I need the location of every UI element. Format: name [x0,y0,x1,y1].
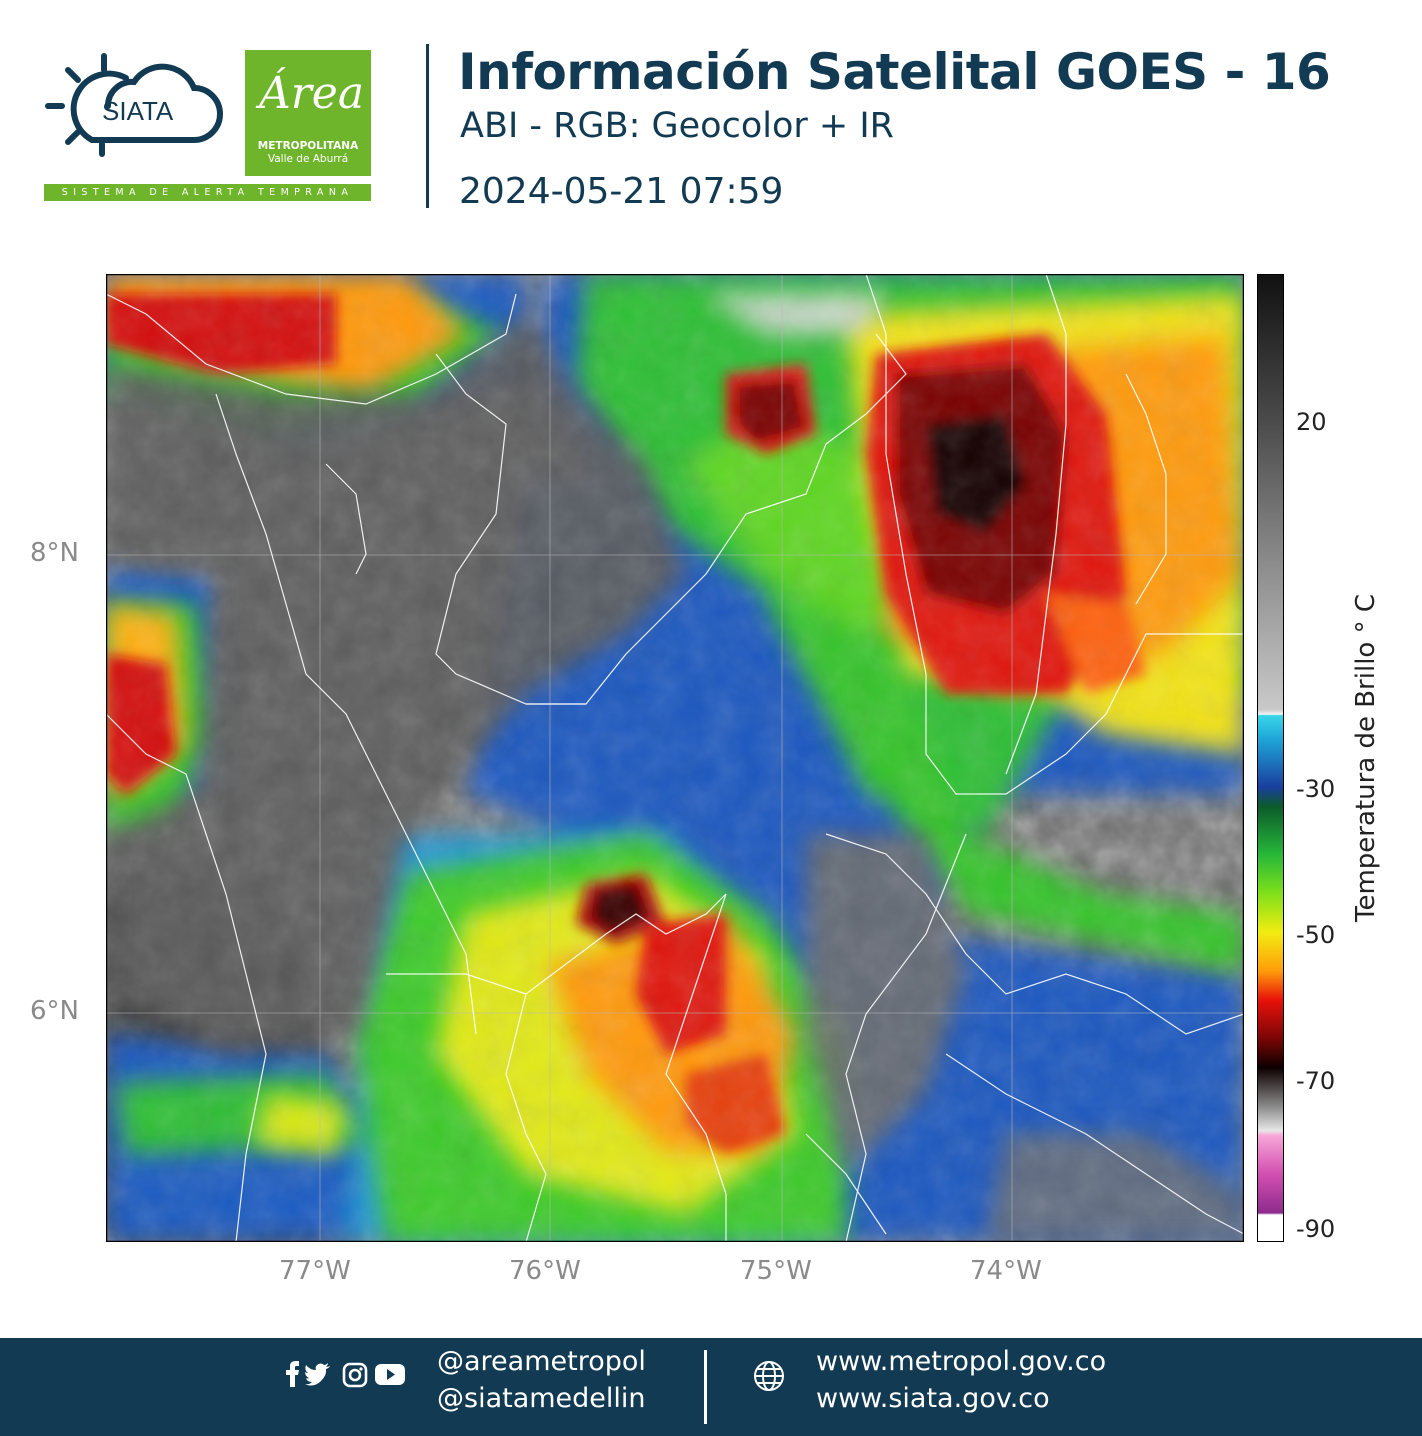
handle-areametropol[interactable]: @areametropol [437,1346,646,1377]
instagram-icon [342,1362,368,1388]
lon-label-76w: 76°W [509,1256,581,1286]
colorbar-title: Temperatura de Brillo ° C [1351,593,1381,923]
footer-divider [704,1350,707,1424]
page-subtitle: ABI - RGB: Geocolor + IR [460,106,894,146]
area-logo-line2: Valle de Aburrá [267,153,349,165]
url-metropol[interactable]: www.metropol.gov.co [816,1346,1106,1377]
colorbar-tick-minus50: -50 [1296,921,1336,949]
page-title: Información Satelital GOES - 16 [458,43,1331,101]
siata-logo-text: SIATA [102,96,174,126]
siata-strip: SISTEMA DE ALERTA TEMPRANA [44,184,371,201]
satellite-map [106,274,1244,1242]
colorbar-tick-minus70: -70 [1296,1067,1336,1095]
colorbar [1257,274,1284,1242]
globe-icon [754,1361,784,1391]
lon-label-74w: 74°W [970,1256,1042,1286]
siata-logo: SIATA [45,53,223,157]
social-icons [286,1361,405,1388]
area-logo-script: Área [259,68,365,119]
lat-label-6n: 6°N [30,996,79,1026]
lon-label-77w: 77°W [279,1256,351,1286]
lat-label-8n: 8°N [30,538,79,568]
handle-siatamedellin[interactable]: @siatamedellin [437,1383,646,1414]
footer: @areametropol @siatamedellin www.metropo… [0,1338,1422,1436]
area-logo-line1: METROPOLITANA [257,140,359,152]
area-metropolitana-logo: Área METROPOLITANA Valle de Aburrá [245,50,371,176]
facebook-icon [286,1361,299,1387]
colorbar-tick-minus90: -90 [1296,1215,1336,1243]
youtube-icon [375,1364,405,1385]
cloud-texture-overlay [106,274,1244,1242]
twitter-icon [305,1363,330,1386]
url-siata[interactable]: www.siata.gov.co [816,1383,1050,1414]
header: SIATA Área METROPOLITANA Valle de Aburrá… [0,0,1422,240]
lon-label-75w: 75°W [740,1256,812,1286]
header-divider [426,44,429,208]
colorbar-tick-20: 20 [1296,408,1327,436]
timestamp: 2024-05-21 07:59 [459,171,784,212]
colorbar-tick-minus30: -30 [1296,775,1336,803]
